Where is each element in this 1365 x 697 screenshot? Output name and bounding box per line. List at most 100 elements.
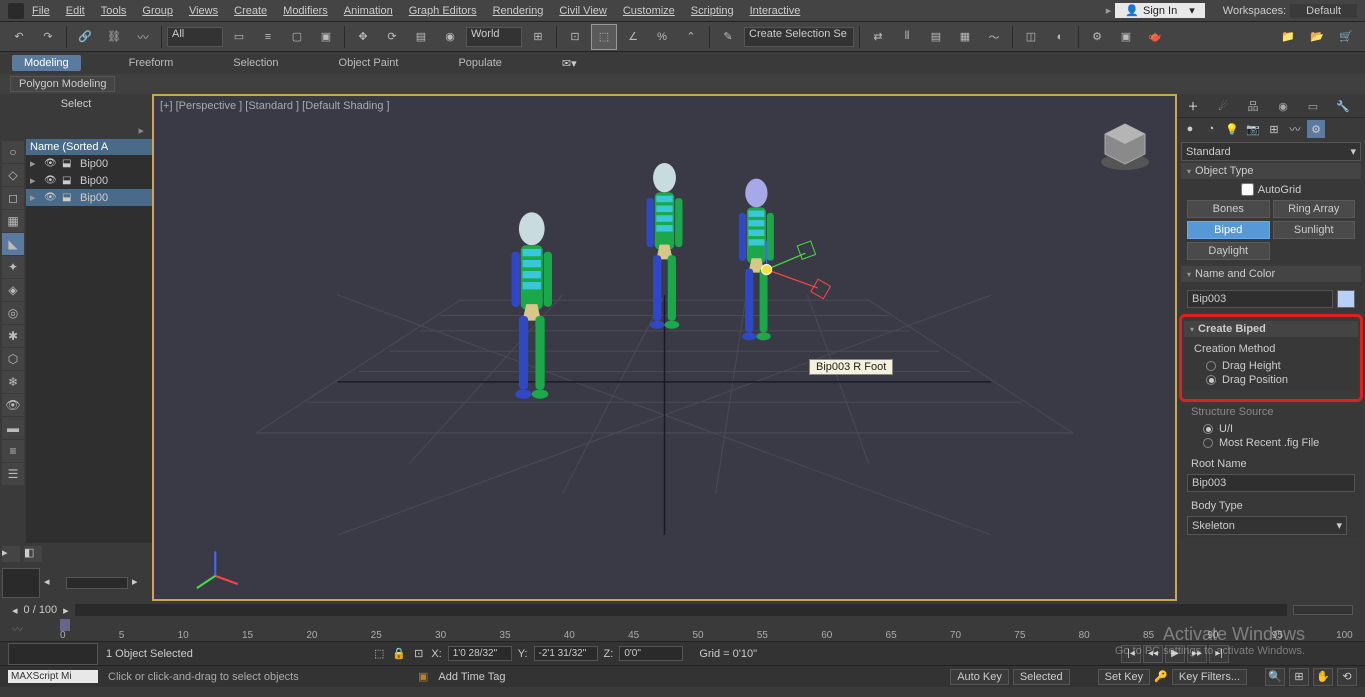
scene-list-header[interactable]: Name (Sorted A <box>26 139 152 155</box>
material-editor-button[interactable]: ◐ <box>1047 24 1073 50</box>
mode-object-paint[interactable]: Object Paint <box>327 55 411 71</box>
lock-icon[interactable]: ▸ <box>2 546 20 562</box>
key-mode-icon[interactable]: 〰 <box>12 621 23 637</box>
menu-graph-editors[interactable]: Graph Editors <box>409 5 477 17</box>
named-selection-dropdown[interactable]: Create Selection Se <box>744 27 854 47</box>
scale-button[interactable]: ▤ <box>408 24 434 50</box>
display-groups-icon[interactable]: ◎ <box>2 302 24 324</box>
redo-button[interactable]: ↷ <box>35 24 61 50</box>
coord-x[interactable]: 1'0 28/32" <box>448 646 512 661</box>
cat-cameras[interactable]: 📷 <box>1244 120 1262 138</box>
pin-icon[interactable]: ◧ <box>24 546 42 562</box>
layer-next-icon[interactable]: ▸ <box>132 575 150 591</box>
selected-button[interactable]: Selected <box>1013 669 1070 685</box>
btn-biped[interactable]: Biped <box>1187 221 1270 239</box>
tab-create[interactable]: ＋ <box>1179 96 1207 116</box>
menu-views[interactable]: Views <box>189 5 218 17</box>
display-shapes-icon[interactable]: ◻ <box>2 187 24 209</box>
goto-end-button[interactable]: ▸| <box>1209 645 1229 663</box>
link-button[interactable]: 🔗 <box>72 24 98 50</box>
menu-animation[interactable]: Animation <box>344 5 393 17</box>
edit-selection-button[interactable]: ✎ <box>715 24 741 50</box>
autodesk-store-button[interactable]: 🛒 <box>1333 24 1359 50</box>
scene-row[interactable]: ▸👁⬓Bip00 <box>26 155 152 172</box>
select-object-button[interactable]: ▭ <box>226 24 252 50</box>
toggle-ribbon-button[interactable]: ▦ <box>952 24 978 50</box>
btn-sunlight[interactable]: Sunlight <box>1273 221 1356 239</box>
rollout-header[interactable]: ▾Create Biped <box>1184 321 1358 337</box>
cat-lights[interactable]: 💡 <box>1223 120 1241 138</box>
isolate-icon[interactable]: ⬚ <box>374 647 384 660</box>
display-containers-icon[interactable]: ⬡ <box>2 348 24 370</box>
open-folder-button[interactable]: 📁 <box>1275 24 1301 50</box>
percent-snap-button[interactable]: % <box>649 24 675 50</box>
align-button[interactable]: ⫴ <box>894 24 920 50</box>
time-slider-track[interactable] <box>75 604 1287 616</box>
coord-y[interactable]: -2'1 31/32" <box>534 646 598 661</box>
submode-polygon-modeling[interactable]: Polygon Modeling <box>10 76 115 92</box>
object-color-swatch[interactable] <box>1337 290 1355 308</box>
window-crossing-button[interactable]: ▣ <box>313 24 339 50</box>
play-button[interactable]: ▶ <box>1165 645 1185 663</box>
layer-prev-icon[interactable]: ◂ <box>44 575 62 591</box>
placement-button[interactable]: ◉ <box>437 24 463 50</box>
radio-most-recent-fig[interactable]: Most Recent .fig File <box>1187 436 1355 450</box>
display-lights-icon[interactable]: ▦ <box>2 210 24 232</box>
pan-icon[interactable]: ✋ <box>1313 668 1333 686</box>
viewcube[interactable] <box>1095 116 1155 176</box>
adaptive-icon[interactable]: ⊡ <box>414 647 423 660</box>
move-button[interactable]: ✥ <box>350 24 376 50</box>
prev-frame-icon[interactable]: ◂ <box>12 604 18 617</box>
radio-ui[interactable]: U/I <box>1187 422 1355 436</box>
coord-system-dropdown[interactable]: World <box>466 27 522 47</box>
cat-systems[interactable]: ⚙ <box>1307 120 1325 138</box>
render-setup-button[interactable]: ⚙ <box>1084 24 1110 50</box>
menu-rendering[interactable]: Rendering <box>493 5 544 17</box>
display-helpers-icon[interactable]: ✦ <box>2 256 24 278</box>
workspaces-dropdown[interactable]: Default <box>1290 4 1357 18</box>
mode-modeling[interactable]: Modeling <box>12 55 81 71</box>
layer-slider[interactable] <box>66 577 128 589</box>
key-icon[interactable]: 🔑 <box>1154 670 1168 683</box>
mode-selection[interactable]: Selection <box>221 55 290 71</box>
menu-civil-view[interactable]: Civil View <box>559 5 606 17</box>
cat-geometry[interactable]: ● <box>1181 120 1199 138</box>
display-hidden-icon[interactable]: 👁 <box>2 394 24 416</box>
mode-populate[interactable]: Populate <box>446 55 513 71</box>
bind-spacewarp-button[interactable]: 〰 <box>130 24 156 50</box>
zoom-icon[interactable]: 🔍 <box>1265 668 1285 686</box>
orbit-icon[interactable]: ⟲ <box>1337 668 1357 686</box>
timeline-marker[interactable] <box>60 619 70 631</box>
spinner-snap-button[interactable]: ⌃ <box>678 24 704 50</box>
cat-shapes[interactable]: ◔ <box>1202 120 1220 138</box>
auto-key-button[interactable]: Auto Key <box>950 669 1009 685</box>
display-bone-icon[interactable]: ✱ <box>2 325 24 347</box>
render-frame-button[interactable]: ▣ <box>1113 24 1139 50</box>
tab-motion[interactable]: ◉ <box>1269 96 1297 116</box>
tab-hierarchy[interactable]: 品 <box>1239 96 1267 116</box>
scene-row[interactable]: ▸👁⬓Bip00 <box>26 189 152 206</box>
render-button[interactable]: 🫖 <box>1142 24 1168 50</box>
next-key-button[interactable]: ▸▸ <box>1187 645 1207 663</box>
menu-group[interactable]: Group <box>142 5 173 17</box>
angle-snap-button[interactable]: ∠ <box>620 24 646 50</box>
object-name-field[interactable] <box>1187 290 1333 308</box>
schematic-view-button[interactable]: ◫ <box>1018 24 1044 50</box>
sort-icon[interactable]: ≡ <box>2 440 24 462</box>
coord-z[interactable]: 0'0" <box>619 646 683 661</box>
tag-icon[interactable]: ▣ <box>418 670 428 683</box>
layer-explorer-button[interactable]: ▤ <box>923 24 949 50</box>
manipulate-button[interactable]: ⊡ <box>562 24 588 50</box>
select-by-name-button[interactable]: ≡ <box>255 24 281 50</box>
lock-icon[interactable]: 🔒 <box>392 647 406 660</box>
menu-edit[interactable]: Edit <box>66 5 85 17</box>
next-frame-icon[interactable]: ▸ <box>63 604 69 617</box>
create-subtype-dropdown[interactable]: Standard▾ <box>1181 142 1361 161</box>
mirror-button[interactable]: ⇄ <box>865 24 891 50</box>
chevron-right-icon[interactable]: ▸ <box>0 124 152 139</box>
rect-region-button[interactable]: ▢ <box>284 24 310 50</box>
cat-helpers[interactable]: ⊞ <box>1265 120 1283 138</box>
display-frozen-icon[interactable]: ❄ <box>2 371 24 393</box>
pivot-button[interactable]: ⊞ <box>525 24 551 50</box>
radio-drag-position[interactable]: Drag Position <box>1190 373 1352 387</box>
